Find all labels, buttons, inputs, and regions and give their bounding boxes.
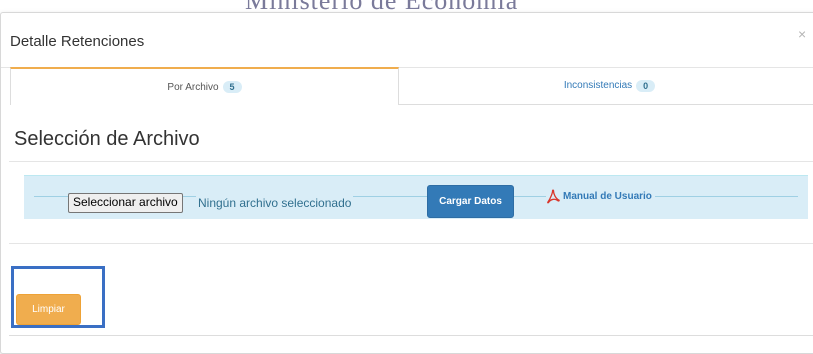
file-status-text: Ningún archivo seleccionado <box>196 196 354 210</box>
select-file-button[interactable]: Seleccionar archivo <box>68 193 183 213</box>
user-manual-link[interactable]: Manual de Usuario <box>546 189 655 204</box>
section-title: Selección de Archivo <box>14 128 200 150</box>
tab-inconsistencias[interactable]: Inconsistencias 0 <box>398 67 813 105</box>
user-manual-label: Manual de Usuario <box>563 191 652 202</box>
tab-bar: Por Archivo 5 Inconsistencias 0 <box>10 67 813 105</box>
close-icon[interactable]: × <box>798 26 806 42</box>
table-top-border <box>9 335 813 336</box>
tab-label: Inconsistencias <box>563 80 633 91</box>
divider <box>9 243 813 244</box>
modal-title: Detalle Retenciones <box>10 33 145 50</box>
tab-por-archivo[interactable]: Por Archivo 5 <box>10 67 399 105</box>
divider <box>9 161 813 162</box>
highlight-box <box>11 266 105 328</box>
load-data-button[interactable]: Cargar Datos <box>427 185 514 218</box>
tab-label: Por Archivo <box>167 81 219 93</box>
upload-bar: Seleccionar archivo Ningún archivo selec… <box>24 175 808 219</box>
tab-count-badge: 5 <box>222 81 242 93</box>
pdf-icon <box>546 189 561 204</box>
modal-header: Detalle Retenciones × <box>1 13 813 68</box>
tab-count-badge: 0 <box>636 79 656 92</box>
